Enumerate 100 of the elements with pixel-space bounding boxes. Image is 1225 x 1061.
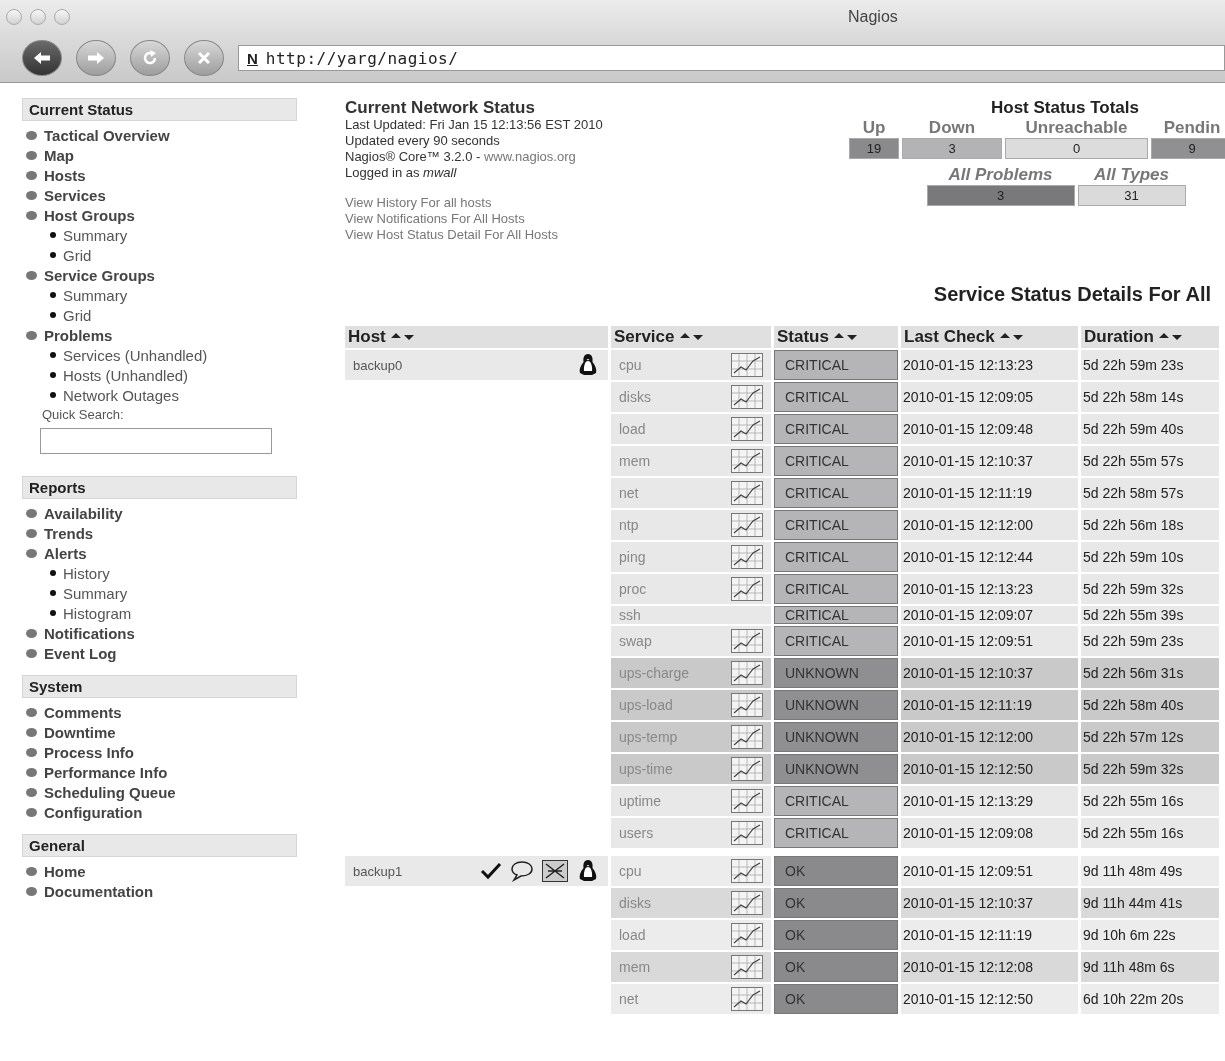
close-icon bbox=[198, 52, 210, 64]
reload-button[interactable] bbox=[130, 40, 170, 76]
last-check-cell: 2010-01-15 12:11:19 bbox=[901, 690, 1078, 720]
sidebar-sublink[interactable]: Services (Unhandled) bbox=[63, 346, 208, 364]
graph-icon[interactable] bbox=[731, 859, 763, 883]
sidebar-link[interactable]: Comments bbox=[44, 703, 122, 721]
back-button[interactable] bbox=[22, 40, 62, 76]
address-field[interactable]: N http://yarg/nagios/ bbox=[238, 45, 1225, 71]
graph-icon[interactable] bbox=[731, 955, 763, 979]
sidebar-sublink[interactable]: Grid bbox=[63, 306, 92, 324]
sidebar-sublink[interactable]: Summary bbox=[63, 226, 128, 244]
sidebar-link[interactable]: Trends bbox=[44, 524, 94, 542]
graph-icon[interactable] bbox=[731, 449, 763, 473]
view-link[interactable]: View Host Status Detail For All Hosts bbox=[345, 227, 603, 243]
problem-summary-label[interactable]: All Problems bbox=[926, 165, 1075, 185]
bullet-icon bbox=[26, 130, 37, 140]
sidebar-link[interactable]: Host Groups bbox=[44, 206, 135, 224]
host-link[interactable]: backup0 bbox=[353, 357, 568, 373]
status-cell: UNKNOWN bbox=[774, 658, 898, 688]
sidebar-link[interactable]: Alerts bbox=[44, 544, 87, 562]
graph-icon[interactable] bbox=[731, 661, 763, 685]
sidebar-link[interactable]: Process Info bbox=[44, 743, 135, 761]
bullet-icon bbox=[26, 787, 37, 797]
graph-icon[interactable] bbox=[731, 513, 763, 537]
graph-icon[interactable] bbox=[731, 725, 763, 749]
site-favicon: N bbox=[247, 49, 258, 67]
last-check-cell: 2010-01-15 12:09:07 bbox=[901, 606, 1078, 624]
sidebar-sublink[interactable]: Summary bbox=[63, 584, 128, 602]
sidebar-link[interactable]: Performance Info bbox=[44, 763, 168, 781]
stop-button[interactable] bbox=[184, 40, 224, 76]
sidebar-sublink[interactable]: Histogram bbox=[63, 604, 132, 622]
forward-button[interactable] bbox=[76, 40, 116, 76]
graph-icon[interactable] bbox=[731, 385, 763, 409]
sidebar-link[interactable]: Map bbox=[44, 146, 74, 164]
sidebar-link[interactable]: Hosts bbox=[44, 166, 86, 184]
host-status-count[interactable]: 3 bbox=[902, 138, 1002, 159]
graph-icon[interactable] bbox=[731, 353, 763, 377]
sidebar-link[interactable]: Availability bbox=[44, 504, 123, 522]
sidebar-link[interactable]: Home bbox=[44, 862, 86, 880]
host-status-label[interactable]: Unreachable bbox=[1005, 118, 1148, 138]
bullet-icon bbox=[26, 886, 37, 896]
sort-icon[interactable] bbox=[1157, 332, 1184, 342]
sort-icon[interactable] bbox=[832, 332, 859, 342]
duration-cell: 6d 10h 22m 20s bbox=[1081, 984, 1219, 1014]
graph-icon[interactable] bbox=[731, 481, 763, 505]
last-check-cell: 2010-01-15 12:11:19 bbox=[901, 920, 1078, 950]
view-link[interactable]: View Notifications For All Hosts bbox=[345, 211, 603, 227]
host-status-count[interactable]: 9 bbox=[1151, 138, 1225, 159]
graph-icon[interactable] bbox=[731, 821, 763, 845]
graph-icon[interactable] bbox=[731, 891, 763, 915]
reload-icon bbox=[141, 49, 159, 67]
sidebar-link[interactable]: Notifications bbox=[44, 624, 135, 642]
column-header: Host bbox=[345, 326, 608, 348]
view-link[interactable]: View History For all hosts bbox=[345, 195, 603, 211]
sidebar-link[interactable]: Event Log bbox=[44, 644, 117, 662]
duration-cell: 5d 22h 55m 39s bbox=[1081, 606, 1219, 624]
host-status-label[interactable]: Pendin bbox=[1151, 118, 1225, 138]
host-status-label[interactable]: Up bbox=[849, 118, 899, 138]
sidebar-sublink[interactable]: Network Outages bbox=[63, 386, 179, 404]
status-cell: UNKNOWN bbox=[774, 690, 898, 720]
host-status-label[interactable]: Down bbox=[902, 118, 1002, 138]
sidebar-link[interactable]: Configuration bbox=[44, 803, 143, 821]
sort-icon[interactable] bbox=[998, 332, 1025, 342]
sidebar-sublink[interactable]: Grid bbox=[63, 246, 92, 264]
graph-icon[interactable] bbox=[731, 987, 763, 1011]
problem-summary-count[interactable]: 31 bbox=[1077, 185, 1186, 206]
column-header: Last Check bbox=[901, 326, 1078, 348]
sort-icon[interactable] bbox=[678, 332, 705, 342]
duration-cell: 9d 11h 48m 6s bbox=[1081, 952, 1219, 982]
graph-icon[interactable] bbox=[731, 629, 763, 653]
host-status-count[interactable]: 19 bbox=[849, 138, 899, 159]
sidebar-sublink[interactable]: Summary bbox=[63, 286, 128, 304]
sidebar-link[interactable]: Service Groups bbox=[44, 266, 155, 284]
bullet-icon bbox=[50, 372, 56, 378]
graph-icon[interactable] bbox=[731, 923, 763, 947]
sidebar-link[interactable]: Downtime bbox=[44, 723, 116, 741]
sidebar-sublink[interactable]: Hosts (Unhandled) bbox=[63, 366, 189, 384]
website-link[interactable]: www.nagios.org bbox=[483, 149, 576, 164]
sidebar-link[interactable]: Tactical Overview bbox=[44, 126, 170, 144]
bullet-icon bbox=[26, 330, 37, 340]
graph-icon[interactable] bbox=[731, 757, 763, 781]
sidebar-link[interactable]: Services bbox=[44, 186, 106, 204]
graph-icon[interactable] bbox=[731, 693, 763, 717]
bullet-icon bbox=[26, 270, 37, 280]
graph-icon[interactable] bbox=[731, 545, 763, 569]
sidebar-sublink[interactable]: History bbox=[63, 564, 110, 582]
graph-icon[interactable] bbox=[731, 417, 763, 441]
graph-icon[interactable] bbox=[731, 577, 763, 601]
problem-summary-label[interactable]: All Types bbox=[1077, 165, 1186, 185]
problem-summary-count[interactable]: 3 bbox=[926, 185, 1075, 206]
quick-search-field[interactable] bbox=[40, 428, 272, 454]
sort-icon[interactable] bbox=[389, 332, 416, 342]
status-cell: OK bbox=[774, 952, 898, 982]
bullet-icon bbox=[50, 232, 56, 238]
sidebar-link[interactable]: Scheduling Queue bbox=[44, 783, 176, 801]
sidebar-link[interactable]: Documentation bbox=[44, 882, 154, 900]
graph-icon[interactable] bbox=[731, 789, 763, 813]
duration-cell: 5d 22h 59m 23s bbox=[1081, 350, 1219, 380]
sidebar-link[interactable]: Problems bbox=[44, 326, 113, 344]
host-status-count[interactable]: 0 bbox=[1005, 138, 1148, 159]
